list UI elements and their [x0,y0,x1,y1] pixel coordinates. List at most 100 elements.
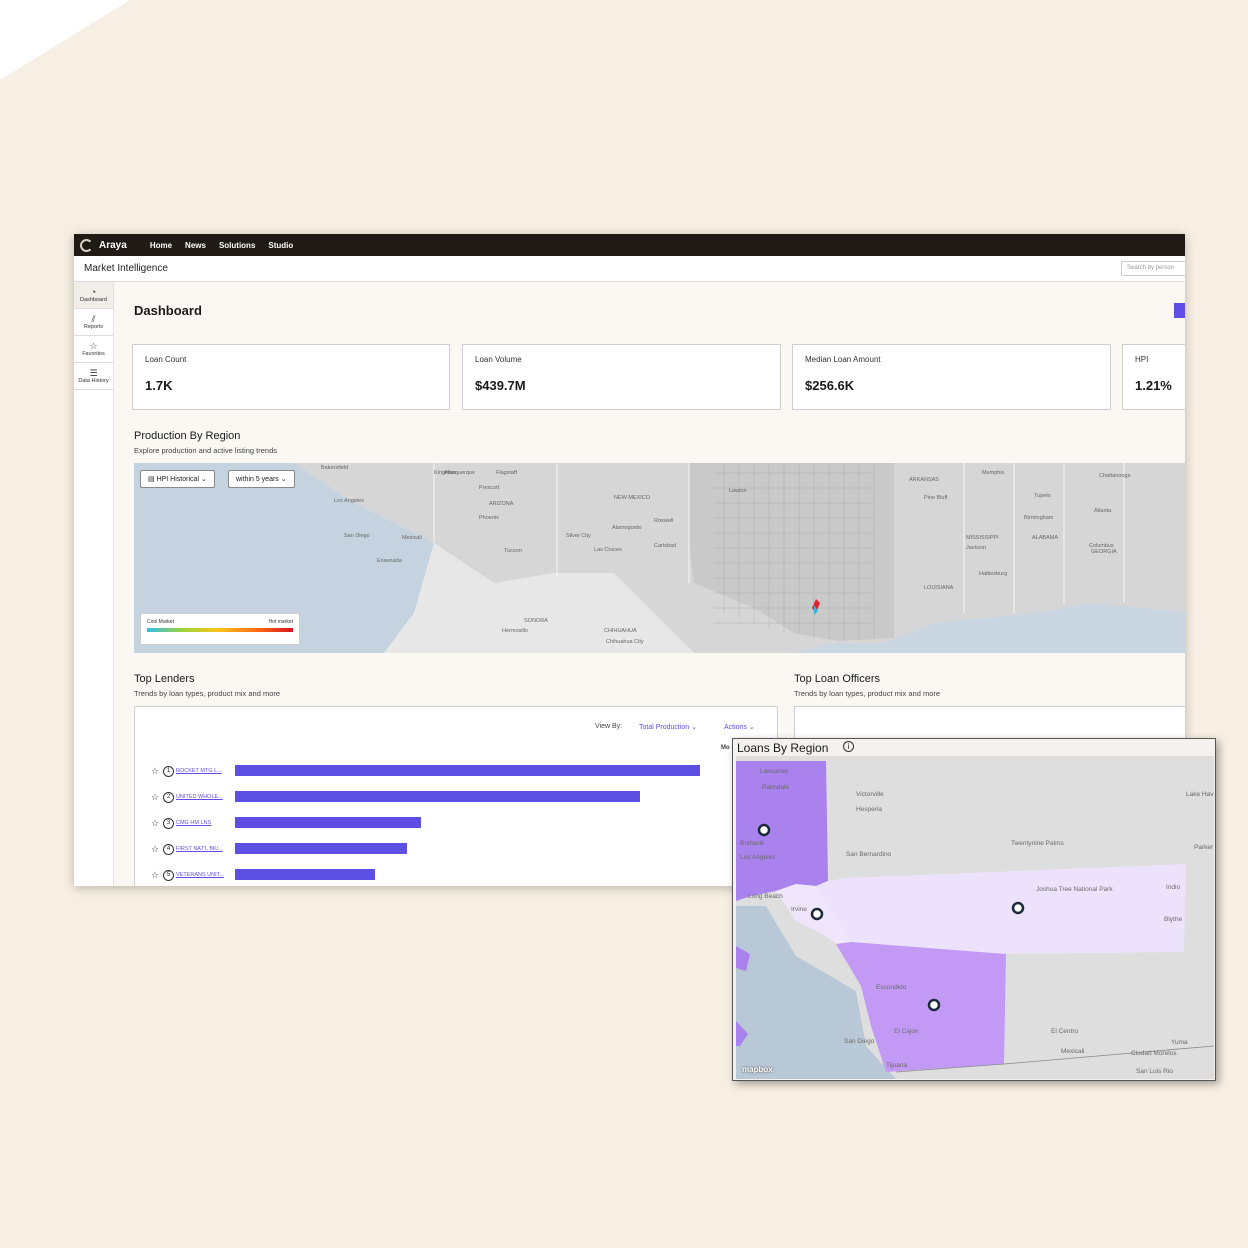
legend-high-label: Hot market [268,619,293,625]
region-place-label: Victorville [856,791,884,798]
map-place-label: Silver City [566,533,591,539]
top-lenders-subtitle: Trends by loan types, product mix and mo… [134,689,281,698]
region-place-label: Burbank [740,840,765,847]
araya-logo-icon [80,238,93,252]
region-map-svg [736,756,1214,1079]
map-place-label: Ensenada [377,558,402,564]
loans-by-region-map[interactable]: mapbox Lancaster Palmdale Victorville Hespe… [736,756,1214,1079]
map-place-label: Mexicali [402,535,422,541]
info-icon[interactable]: i [843,741,854,752]
favorite-star-icon[interactable]: ☆ [151,844,163,855]
region-place-label: Palmdale [762,784,790,791]
brand-name[interactable]: Araya [99,240,127,251]
module-bar: Market Intelligence Search by person [74,256,1185,282]
map-place-label: Hattiesburg [979,571,1008,577]
lender-row[interactable]: ☆ 2 UNITED WHOLE... [151,791,234,803]
database-icon: ☰ [89,368,98,378]
kpi-label: Loan Volume [475,355,522,364]
kpi-label: Loan Count [145,355,187,364]
hpi-historical-dropdown[interactable]: ▤ HPI Historical ⌄ [140,470,215,488]
production-title: Production By Region [134,430,241,442]
lender-bar[interactable] [235,791,640,802]
lender-name-link[interactable]: VETERANS UNIT... [176,872,234,878]
module-title: Market Intelligence [84,263,168,274]
map-place-label: Tupelo [1034,493,1051,499]
search-input[interactable]: Search by person [1121,261,1185,276]
lender-row[interactable]: ☆ 4 FIRST NAT'L BK/... [151,843,234,855]
lender-name-link[interactable]: FIRST NAT'L BK/... [176,846,234,852]
lender-bar[interactable] [235,843,407,854]
top-nav: Araya Home News Solutions Studio [74,234,1185,256]
region-place-label: Indio [1166,884,1181,891]
lender-bar[interactable] [235,869,375,880]
top-lenders-title: Top Lenders [134,673,195,685]
time-range-dropdown[interactable]: within 5 years ⌄ [228,470,295,488]
rank-badge: 2 [163,791,174,803]
region-place-label: San Luis Rio [1136,1068,1173,1075]
region-place-label: Los Angeles [740,854,776,861]
kpi-value: 1.21% [1135,378,1172,393]
region-place-label: Lake Havasu City [1186,791,1214,798]
sidebar-item-label: Favorites [82,351,105,357]
nav-home[interactable]: Home [150,241,172,250]
lender-bar[interactable] [235,817,421,828]
region-place-label: San Bernardino [846,851,892,858]
map-place-label: Las Cruces [594,547,622,553]
top-officers-subtitle: Trends by loan types, product mix and mo… [794,689,941,698]
favorite-star-icon[interactable]: ☆ [151,818,163,829]
map-place-label: Memphis [982,470,1005,476]
sidebar-item-favorites[interactable]: ☆ Favorites [74,336,113,363]
map-place-label: NEW MEXICO [614,495,651,501]
sidebar-item-label: Reports [83,324,104,330]
nav-news[interactable]: News [185,241,206,250]
region-place-label: Escondido [876,984,907,991]
map-place-label: Pine Bluff [924,495,948,501]
map-place-label: Jackson [966,545,987,551]
region-place-label: Lancaster [760,768,789,775]
map-place-label: GEORGIA [1091,549,1117,555]
export-button[interactable] [1174,303,1185,318]
rank-badge: 1 [163,765,174,777]
map-place-label: Flagstaff [496,470,517,476]
heat-legend: Cool Market Hot market [140,613,300,645]
actions-dropdown[interactable]: Actions ⌄ [724,723,755,731]
nav-solutions[interactable]: Solutions [219,241,255,250]
kpi-card-hpi: HPI 1.21% [1122,344,1185,410]
lender-row[interactable]: ☆ 1 ROCKET MTG L... [151,765,234,777]
favorite-star-icon[interactable]: ☆ [151,792,163,803]
kpi-card-loan-volume: Loan Volume $439.7M [462,344,781,410]
sidebar: ◔ Dashboard ⫽ Reports ☆ Favorites ☰ Data… [74,282,114,886]
nav-studio[interactable]: Studio [268,241,293,250]
region-place-label: Twentynine Palms [1011,840,1064,847]
lender-row[interactable]: ☆ 3 CMG HM LNS [151,817,234,829]
legend-gradient-bar [147,628,293,632]
sidebar-item-data-history[interactable]: ☰ Data History [74,363,113,390]
map-place-label: Columbus [1089,543,1114,549]
region-place-label: San Diego [844,1038,875,1045]
lender-name-link[interactable]: UNITED WHOLE... [176,794,234,800]
lender-name-link[interactable]: CMG HM LNS [176,820,234,826]
star-icon: ☆ [89,341,98,351]
map-place-label: Roswell [654,518,674,524]
favorite-star-icon[interactable]: ☆ [151,870,163,881]
map-place-label: Lawton [729,488,747,494]
map-place-label: Phoenix [479,515,499,521]
kpi-label: Median Loan Amount [805,355,881,364]
map-place-label: SONORA [524,618,548,624]
lender-bar[interactable] [235,765,700,776]
page-title: Dashboard [134,303,202,318]
region-place-label: Mexicali [1061,1048,1085,1055]
loans-by-region-title: Loans By Region [737,741,829,755]
production-map[interactable]: ▤ HPI Historical ⌄ within 5 years ⌄ Cool… [134,463,1185,653]
view-by-dropdown[interactable]: Total Production ⌄ [639,723,697,731]
map-place-label: MISSISSIPPI [966,535,999,541]
kpi-value: $439.7M [475,378,526,393]
lender-name-link[interactable]: ROCKET MTG L... [176,768,234,774]
background-corner [0,0,130,80]
sidebar-item-dashboard[interactable]: ◔ Dashboard [74,282,113,309]
mapbox-attribution[interactable]: mapbox [742,1065,773,1074]
favorite-star-icon[interactable]: ☆ [151,766,163,777]
cut-label: Mo [721,745,730,751]
lender-row[interactable]: ☆ 5 VETERANS UNIT... [151,869,234,881]
sidebar-item-reports[interactable]: ⫽ Reports [74,309,113,336]
